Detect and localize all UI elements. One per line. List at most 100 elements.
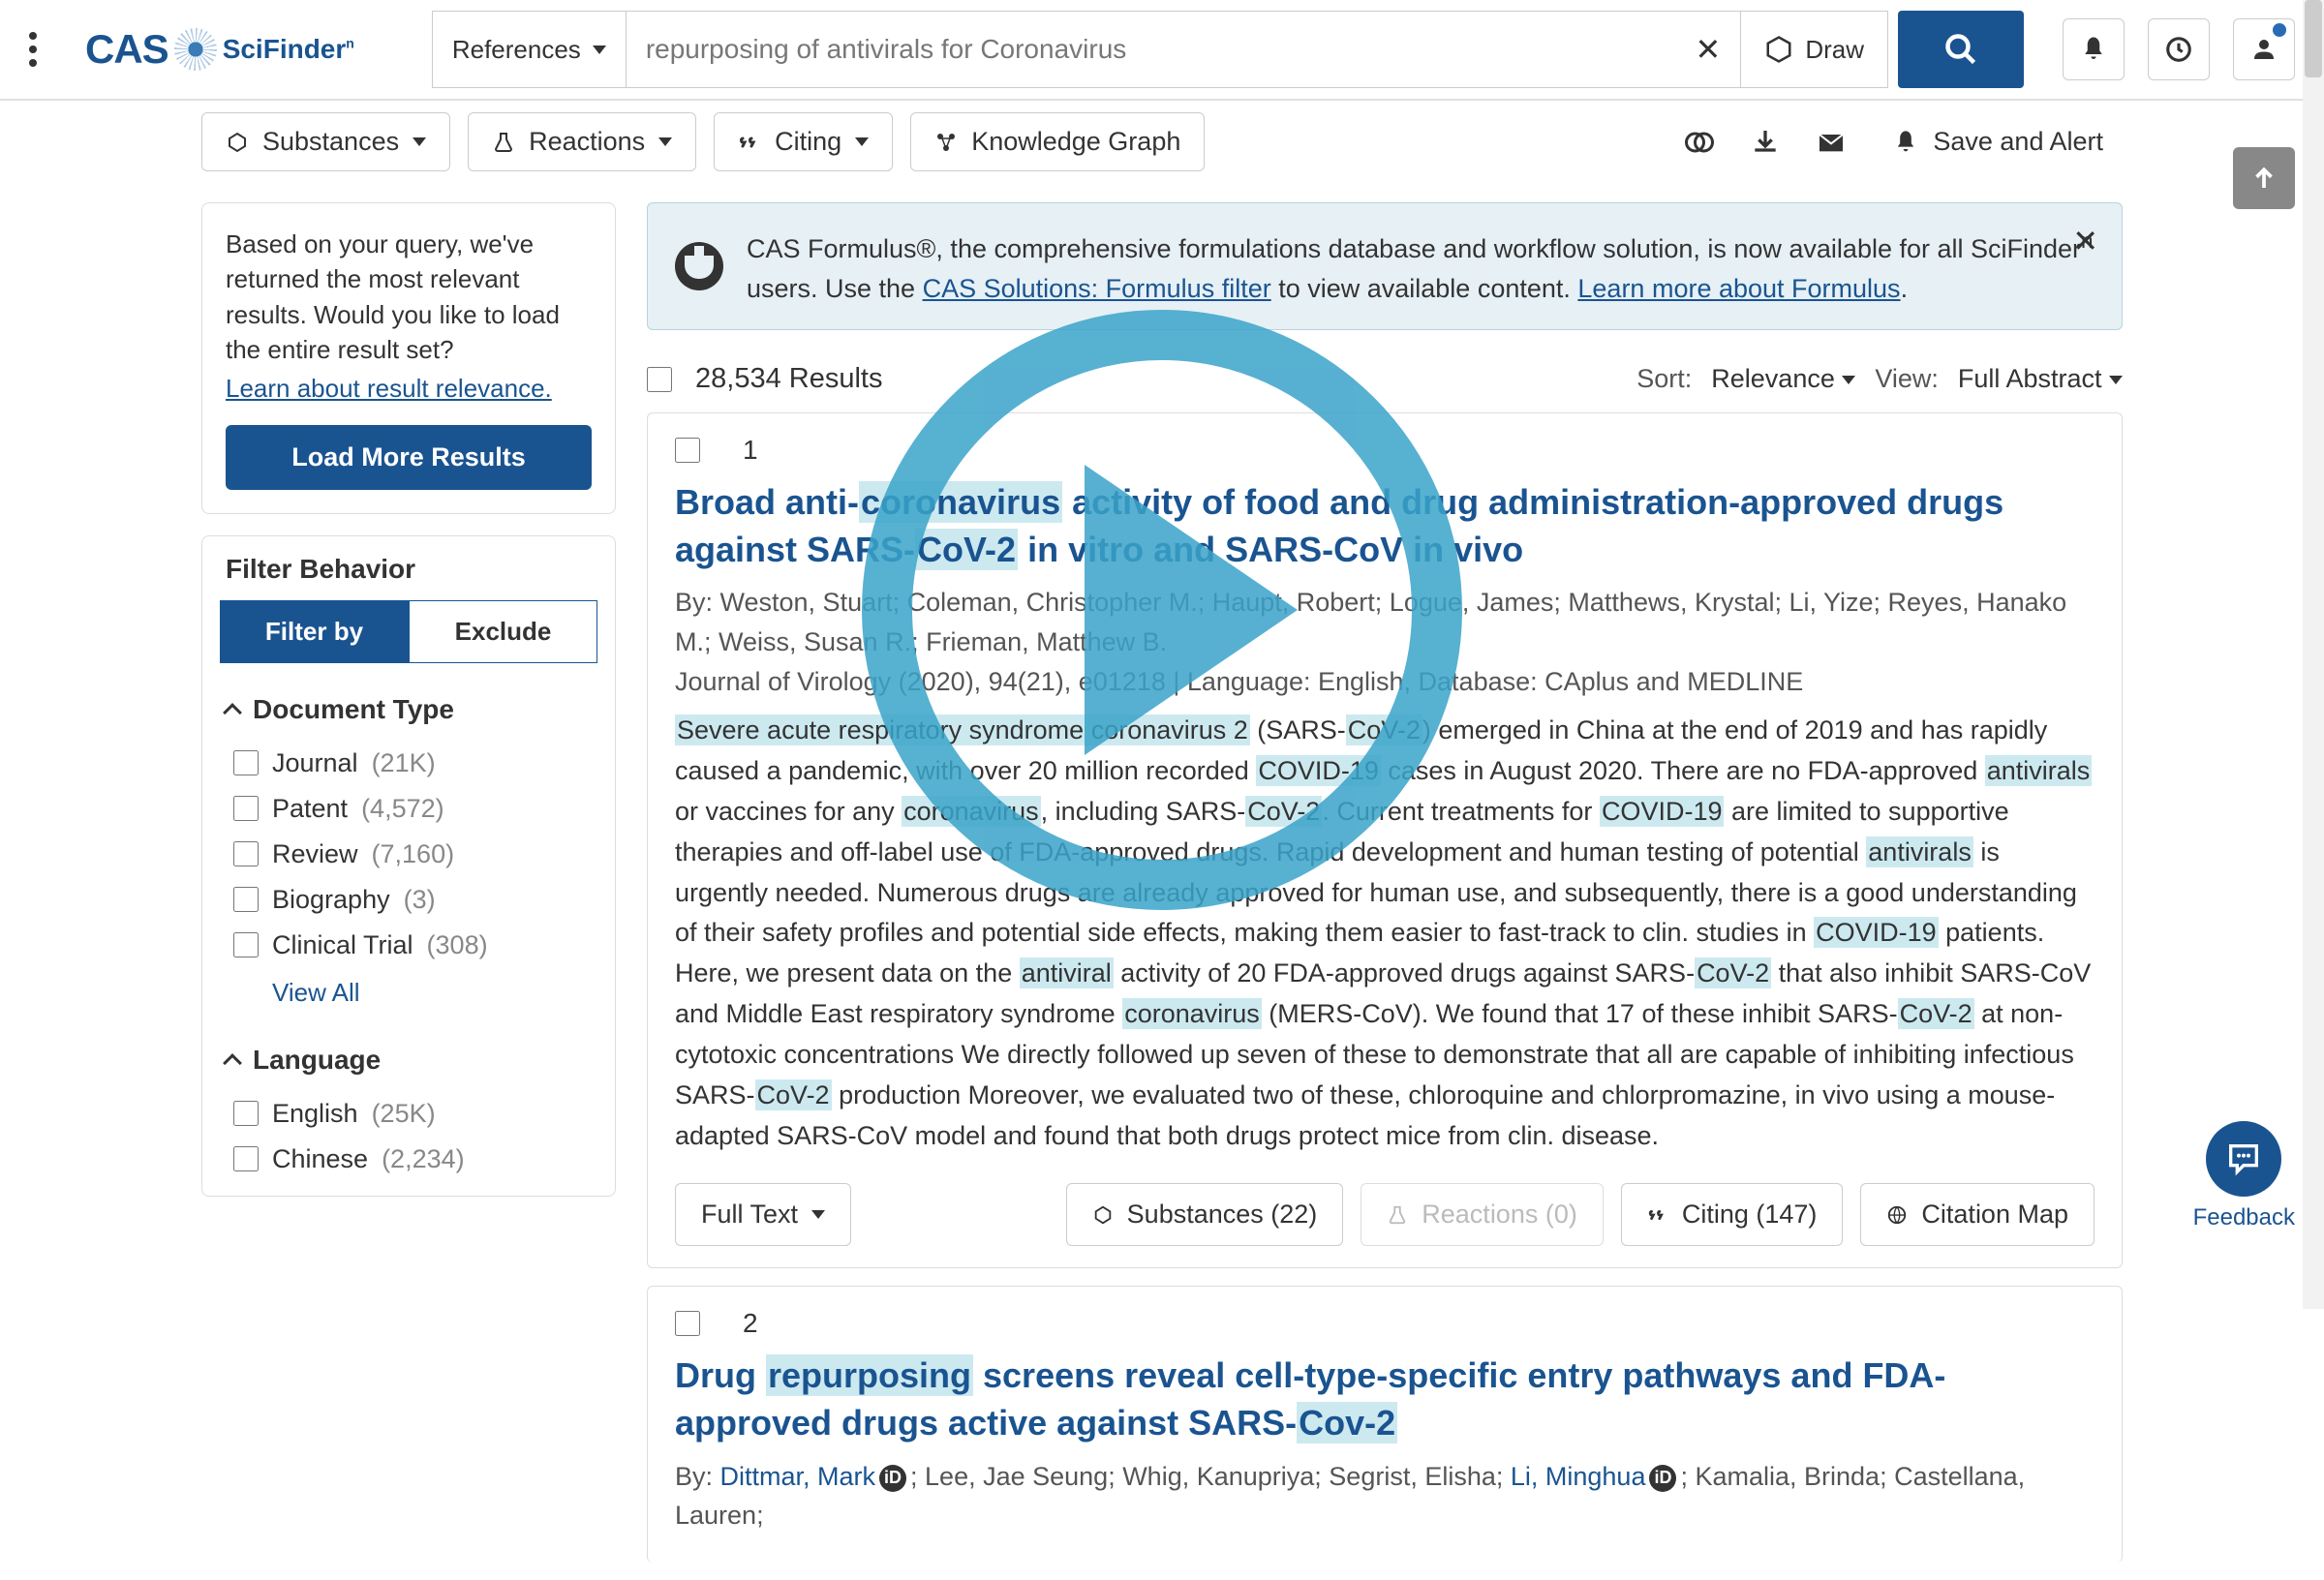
draw-label: Draw: [1805, 35, 1864, 65]
formulus-filter-link[interactable]: CAS Solutions: Formulus filter: [923, 274, 1271, 303]
checkbox[interactable]: [233, 750, 259, 775]
substances-result-button[interactable]: Substances (22): [1066, 1183, 1344, 1246]
logo-cas-text: CAS: [85, 26, 168, 73]
checkbox[interactable]: [233, 1146, 259, 1171]
hexagon-icon: [226, 131, 249, 154]
result-checkbox[interactable]: [675, 1311, 700, 1336]
reactions-button[interactable]: Reactions: [468, 112, 696, 171]
filter-behavior-title: Filter Behavior: [202, 536, 615, 594]
citation-map-button[interactable]: Citation Map: [1860, 1183, 2095, 1246]
alerts-button[interactable]: [2063, 18, 2125, 80]
caret-down-icon: [413, 137, 426, 146]
history-button[interactable]: [2148, 18, 2210, 80]
draw-button[interactable]: Draw: [1740, 12, 1887, 87]
checkbox[interactable]: [233, 796, 259, 821]
search-type-dropdown[interactable]: References: [432, 11, 626, 88]
knowledge-graph-button[interactable]: Knowledge Graph: [910, 112, 1205, 171]
search-type-label: References: [452, 35, 581, 65]
notification-dot-icon: [2273, 23, 2286, 37]
search-button[interactable]: [1898, 11, 2024, 88]
orcid-icon: iD: [879, 1465, 906, 1492]
result-card-2: 2 Drug repurposing screens reveal cell-t…: [647, 1286, 2123, 1562]
clock-icon: [2164, 35, 2193, 64]
citing-button[interactable]: Citing: [714, 112, 893, 171]
filter-item-journal[interactable]: Journal (21K): [226, 741, 592, 786]
logo-burst-icon: [178, 32, 213, 67]
relevance-panel: Based on your query, we've returned the …: [201, 202, 616, 514]
filter-item-patent[interactable]: Patent (4,572): [226, 786, 592, 832]
arrow-up-icon: [2249, 164, 2278, 193]
flask-round-icon: [675, 242, 723, 290]
promo-text: CAS Formulus®, the comprehensive formula…: [747, 225, 2095, 308]
play-icon: [1085, 465, 1298, 755]
chat-icon: [2224, 1139, 2263, 1178]
account-button[interactable]: [2233, 18, 2295, 80]
menu-icon[interactable]: [29, 26, 37, 73]
filter-item-chinese[interactable]: Chinese (2,234): [226, 1137, 592, 1182]
scroll-thumb[interactable]: [2305, 0, 2322, 77]
caret-down-icon: [855, 137, 869, 146]
filter-toggle: Filter by Exclude: [220, 600, 597, 663]
relevance-text: Based on your query, we've returned the …: [226, 227, 592, 368]
document-type-header[interactable]: Document Type: [226, 694, 592, 725]
load-more-button[interactable]: Load More Results: [226, 425, 592, 490]
download-icon: [1750, 127, 1781, 158]
close-icon[interactable]: ✕: [2072, 223, 2098, 259]
learn-more-link[interactable]: Learn more about Formulus: [1577, 274, 1900, 303]
substances-button[interactable]: Substances: [201, 112, 450, 171]
language-header[interactable]: Language: [226, 1045, 592, 1076]
chevron-up-icon: [223, 1053, 242, 1073]
checkbox[interactable]: [233, 1101, 259, 1126]
exclude-button[interactable]: Exclude: [409, 600, 597, 663]
select-all-checkbox[interactable]: [647, 367, 672, 392]
filter-item-clinical[interactable]: Clinical Trial (308): [226, 923, 592, 968]
play-video-overlay[interactable]: [862, 310, 1462, 910]
result-number: 2: [743, 1308, 758, 1339]
mail-icon: [1816, 127, 1847, 158]
feedback-button[interactable]: Feedback: [2193, 1121, 2295, 1231]
download-button[interactable]: [1741, 118, 1789, 167]
user-icon: [2249, 35, 2278, 64]
result-number: 1: [743, 435, 758, 466]
caret-down-icon: [658, 137, 672, 146]
caret-down-icon: [1842, 376, 1855, 384]
flask-icon: [492, 131, 515, 154]
scroll-to-top-button[interactable]: [2233, 147, 2295, 209]
caret-down-icon: [2109, 376, 2123, 384]
hexagon-icon: [1092, 1204, 1114, 1226]
chevron-up-icon: [223, 703, 242, 722]
view-label: View:: [1875, 364, 1939, 394]
logo[interactable]: CAS SciFindern: [85, 26, 354, 73]
flask-icon: [1387, 1204, 1408, 1226]
checkbox[interactable]: [233, 932, 259, 957]
result-checkbox[interactable]: [675, 438, 700, 463]
sort-dropdown[interactable]: Relevance: [1711, 364, 1855, 394]
caret-down-icon: [811, 1210, 825, 1219]
bell-icon: [2079, 35, 2108, 64]
venn-button[interactable]: [1675, 118, 1724, 167]
save-and-alert-button[interactable]: Save and Alert: [1873, 113, 2123, 170]
checkbox[interactable]: [233, 841, 259, 866]
map-icon: [1886, 1204, 1908, 1226]
graph-icon: [934, 131, 958, 154]
filter-item-english[interactable]: English (25K): [226, 1091, 592, 1137]
filter-item-biography[interactable]: Biography (3): [226, 877, 592, 923]
search-box: ✕ Draw: [626, 11, 1888, 88]
search-icon: [1943, 32, 1978, 67]
results-count: 28,534 Results: [695, 363, 882, 395]
clear-search-icon[interactable]: ✕: [1676, 31, 1741, 68]
email-button[interactable]: [1807, 118, 1855, 167]
view-dropdown[interactable]: Full Abstract: [1958, 364, 2123, 394]
relevance-link[interactable]: Learn about result relevance.: [226, 374, 592, 404]
scrollbar[interactable]: ▲: [2303, 0, 2324, 1309]
filter-item-review[interactable]: Review (7,160): [226, 832, 592, 877]
citing-result-button[interactable]: Citing (147): [1621, 1183, 1844, 1246]
feedback-label: Feedback: [2193, 1204, 2295, 1231]
filter-by-button[interactable]: Filter by: [220, 600, 409, 663]
view-all-link[interactable]: View All: [226, 968, 592, 1018]
result-title-link[interactable]: Drug repurposing screens reveal cell-typ…: [675, 1352, 2095, 1446]
quote-icon: [1647, 1204, 1668, 1226]
search-input[interactable]: [627, 12, 1676, 87]
full-text-button[interactable]: Full Text: [675, 1183, 851, 1246]
checkbox[interactable]: [233, 887, 259, 912]
